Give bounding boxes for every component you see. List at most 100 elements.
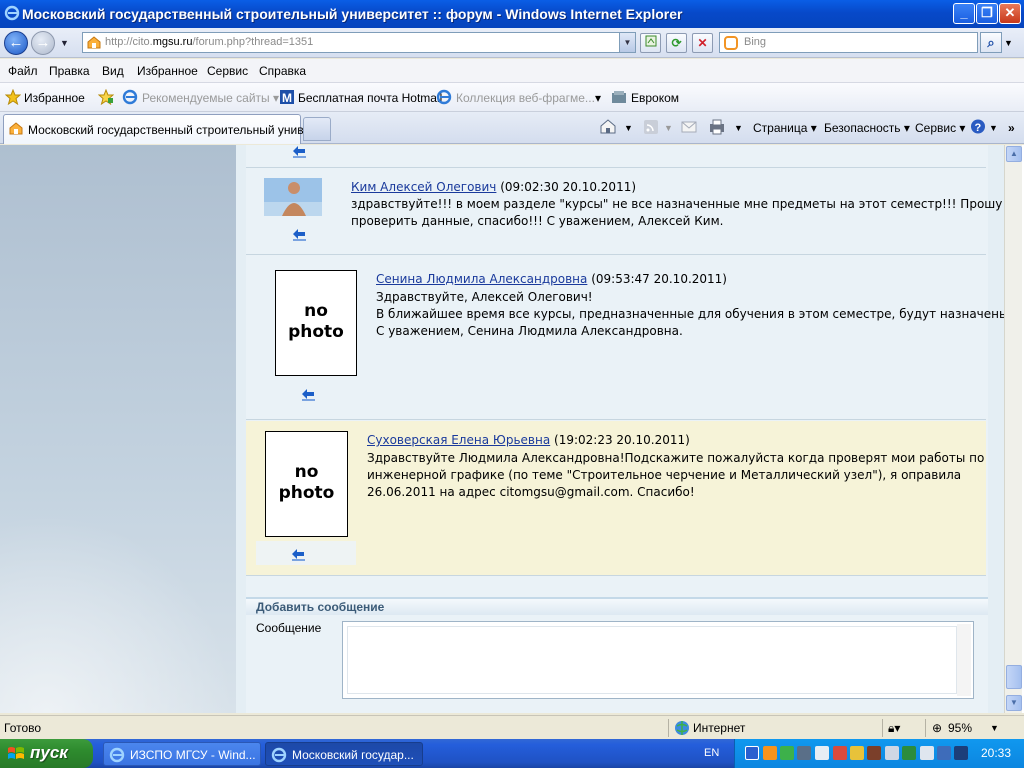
- reply-arrow-icon[interactable]: [299, 388, 317, 402]
- read-mail-icon[interactable]: [680, 118, 698, 135]
- fav-hotmail[interactable]: Бесплатная почта Hotmail: [298, 91, 442, 105]
- status-divider: [668, 719, 669, 737]
- menu-tools[interactable]: Сервис: [207, 64, 248, 78]
- maximize-button[interactable]: ❐: [976, 3, 998, 24]
- tray-icon[interactable]: [797, 746, 811, 760]
- security-zone: Интернет: [693, 721, 746, 735]
- language-indicator[interactable]: EN: [704, 747, 719, 759]
- protected-mode-icon[interactable]: 🔒︎▾: [888, 721, 900, 736]
- menu-edit[interactable]: Правка: [49, 64, 90, 78]
- fav-evrokom[interactable]: Евроком: [631, 91, 679, 105]
- svg-text:M: M: [282, 91, 292, 105]
- tray-icon[interactable]: [780, 746, 794, 760]
- zoom-icon[interactable]: ⊕: [932, 721, 942, 735]
- forward-button[interactable]: →: [31, 31, 55, 55]
- start-label: пуск: [30, 743, 68, 762]
- new-tab-button[interactable]: [303, 117, 331, 141]
- tray-icon[interactable]: [954, 746, 968, 760]
- tab-bar: Московский государственный строительный …: [0, 112, 1024, 144]
- history-dropdown-icon[interactable]: ▼: [60, 38, 69, 48]
- add-favorite-icon[interactable]: [98, 89, 114, 105]
- volume-icon[interactable]: [885, 746, 899, 760]
- back-button[interactable]: ←: [4, 31, 28, 55]
- post-line: С уважением, Сенина Людмила Александровн…: [376, 324, 683, 338]
- fav-web-slice-gallery[interactable]: Коллекция веб-фрагме...: [456, 91, 595, 105]
- add-message-header: Добавить сообщение: [246, 597, 988, 615]
- print-icon[interactable]: [708, 118, 726, 135]
- stop-icon[interactable]: ✕: [692, 33, 713, 53]
- page-content: Ким Алексей Олегович (09:02:30 20.10.201…: [0, 145, 1024, 713]
- help-dropdown-icon[interactable]: ▼: [989, 123, 998, 133]
- message-textarea[interactable]: [342, 621, 974, 699]
- taskbar-window-1[interactable]: ИЗСПО МГСУ - Wind...: [103, 742, 261, 766]
- tools-menu[interactable]: Сервис ▾: [915, 121, 965, 135]
- clock: 20:33: [981, 746, 1012, 760]
- tab-forum[interactable]: Московский государственный строительный …: [3, 114, 314, 144]
- post-body: Здравствуйте Людмила Александровна!Подск…: [367, 450, 984, 501]
- post-author-link[interactable]: Ким Алексей Олегович: [351, 180, 496, 194]
- ie-suggested-icon: [122, 89, 138, 105]
- taskbar-window-2[interactable]: Московский государ...: [265, 742, 423, 766]
- zoom-level[interactable]: 95%: [948, 721, 972, 735]
- feeds-dropdown-icon[interactable]: ▼: [664, 123, 673, 133]
- tray-icon[interactable]: [867, 746, 881, 760]
- scroll-down-icon[interactable]: ▼: [1006, 695, 1022, 711]
- print-dropdown-icon[interactable]: ▼: [734, 123, 743, 133]
- zoom-dropdown-icon[interactable]: ▼: [990, 723, 999, 733]
- help-icon[interactable]: ?: [969, 118, 987, 135]
- add-message-section: Добавить сообщение Сообщение: [246, 593, 988, 711]
- page-scrollbar[interactable]: ▲ ▼: [1004, 145, 1022, 713]
- post-author-link[interactable]: Суховерская Елена Юрьевна: [367, 433, 550, 447]
- address-bar[interactable]: http://cito.mgsu.ru/forum.php?thread=135…: [82, 32, 636, 53]
- tray-icon[interactable]: [763, 746, 777, 760]
- tray-icon[interactable]: [902, 746, 916, 760]
- left-sidebar-panel: [0, 145, 236, 713]
- scroll-up-icon[interactable]: ▲: [1006, 146, 1022, 162]
- search-input[interactable]: Bing: [719, 32, 978, 53]
- tray-icon[interactable]: [815, 746, 829, 760]
- textarea-scrollbar[interactable]: [957, 624, 971, 696]
- page-menu[interactable]: Страница ▾: [753, 121, 817, 135]
- fav-gallery-dropdown-icon[interactable]: ▾: [595, 91, 601, 105]
- menu-help[interactable]: Справка: [259, 64, 306, 78]
- post-author-link[interactable]: Сенина Людмила Александровна: [376, 272, 587, 286]
- tray-icon[interactable]: [937, 746, 951, 760]
- menu-bar: Файл Правка Вид Избранное Сервис Справка: [0, 59, 1024, 83]
- tray-icon[interactable]: [745, 746, 759, 760]
- safety-menu[interactable]: Безопасность ▾: [824, 121, 910, 135]
- fav-suggested-sites[interactable]: Рекомендуемые сайты ▾: [142, 91, 279, 105]
- toolbar-overflow-icon[interactable]: »: [1008, 121, 1015, 135]
- menu-file[interactable]: Файл: [8, 64, 38, 78]
- post-line: Здравствуйте Людмила Александровна!Подск…: [367, 451, 985, 465]
- search-button[interactable]: ⌕: [980, 32, 1002, 53]
- post-line: проверить данные, спасибо!!! С уважением…: [351, 214, 724, 228]
- reply-arrow-icon[interactable]: [290, 228, 308, 242]
- network-icon[interactable]: [920, 746, 934, 760]
- start-button[interactable]: пуск: [0, 739, 93, 768]
- reply-arrow-icon[interactable]: [289, 548, 307, 562]
- scroll-thumb[interactable]: [1006, 665, 1022, 689]
- menu-favorites[interactable]: Избранное: [137, 64, 198, 78]
- close-button[interactable]: ✕: [999, 3, 1021, 24]
- favorites-button[interactable]: Избранное: [24, 91, 85, 105]
- home-dropdown-icon[interactable]: ▼: [624, 123, 633, 133]
- address-dropdown-icon[interactable]: ▼: [619, 33, 635, 52]
- favorites-bar: Избранное Рекомендуемые сайты ▾ M Беспла…: [0, 83, 1024, 112]
- compatibility-view-icon[interactable]: [640, 33, 661, 53]
- author-avatar[interactable]: [264, 178, 322, 216]
- minimize-button[interactable]: _: [953, 3, 975, 24]
- tray-icon[interactable]: [833, 746, 847, 760]
- status-text: Готово: [4, 721, 42, 735]
- tray-icon[interactable]: [850, 746, 864, 760]
- menu-view[interactable]: Вид: [102, 64, 124, 78]
- post-timestamp: (09:53:47 20.10.2011): [591, 272, 727, 286]
- home-icon[interactable]: [599, 118, 617, 135]
- title-bar: Московский государственный строительный …: [0, 0, 1024, 28]
- refresh-icon[interactable]: ⟳: [666, 33, 687, 53]
- ie-logo-icon: [4, 5, 20, 21]
- search-placeholder: Bing: [744, 36, 767, 48]
- reply-arrow-icon[interactable]: [290, 145, 308, 159]
- search-options-icon[interactable]: ▼: [1004, 38, 1013, 48]
- textarea-inner: [347, 626, 957, 694]
- feeds-icon[interactable]: [642, 118, 660, 135]
